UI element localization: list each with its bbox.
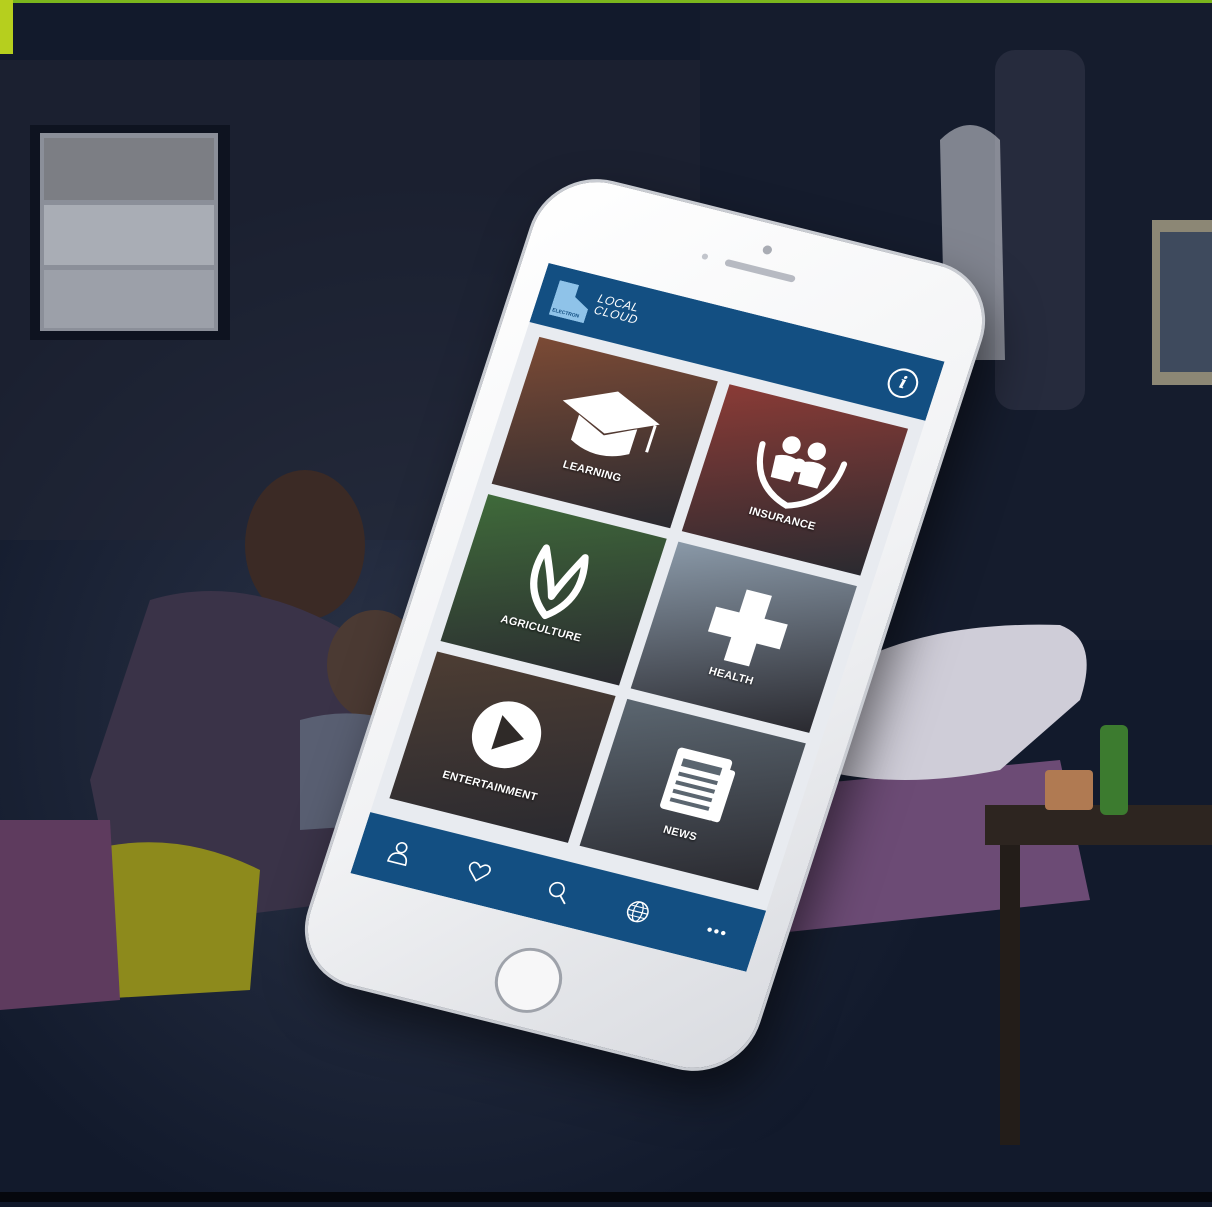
more-icon (707, 927, 726, 936)
corner-accent-tab (0, 0, 13, 54)
tile-learning[interactable]: LEARNING (491, 336, 718, 529)
tab-favorites[interactable] (453, 848, 504, 896)
search-icon (548, 881, 566, 905)
globe-icon (626, 901, 649, 923)
front-camera (761, 244, 774, 256)
heart-icon (469, 861, 492, 882)
tile-health[interactable]: HEALTH (630, 541, 857, 733)
logo-text: LOCAL CLOUD (592, 291, 644, 327)
app-logo[interactable]: LOCAL CLOUD ELECTRON (548, 276, 668, 343)
home-button[interactable] (486, 940, 571, 1020)
tile-insurance[interactable]: INSURANCE (681, 384, 909, 576)
tab-more[interactable] (691, 908, 742, 956)
info-icon: i (896, 372, 910, 394)
tile-news[interactable]: NEWS (579, 698, 806, 891)
tab-search[interactable] (533, 868, 584, 916)
tile-agriculture[interactable]: AGRICULTURE (440, 494, 667, 686)
top-accent-bar (0, 0, 1212, 3)
tab-profile[interactable] (374, 829, 425, 877)
earpiece-speaker (724, 258, 797, 283)
tab-explore[interactable] (612, 888, 663, 936)
proximity-sensor (701, 252, 709, 261)
bottom-edge-bar (0, 1192, 1212, 1202)
user-icon (386, 841, 408, 867)
info-button[interactable]: i (883, 365, 923, 402)
tile-entertainment[interactable]: ENTERTAINMENT (389, 651, 616, 843)
